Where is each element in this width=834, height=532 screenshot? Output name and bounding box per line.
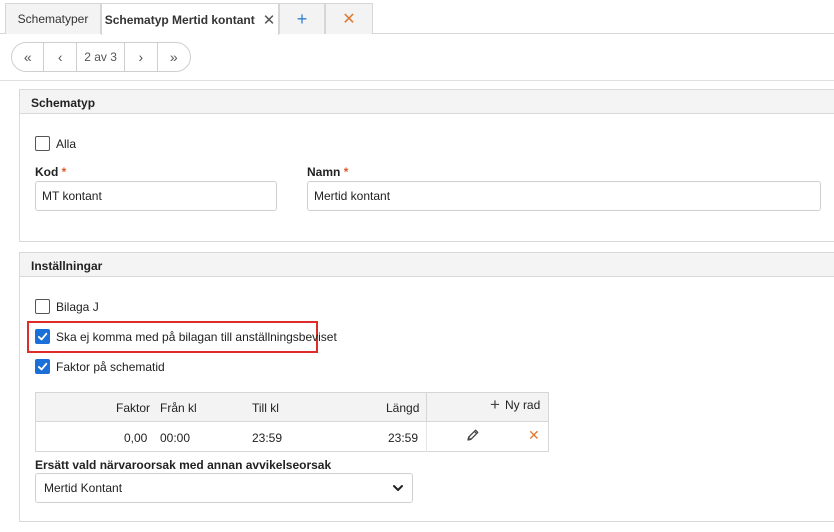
double-chevron-right-icon: » bbox=[169, 49, 178, 65]
chevron-right-icon: › bbox=[138, 49, 144, 65]
divider bbox=[426, 393, 427, 422]
kod-input[interactable] bbox=[35, 181, 277, 211]
col-faktor: Faktor bbox=[116, 401, 151, 415]
close-icon[interactable]: ✕ bbox=[263, 11, 276, 29]
schedule-grid: Faktor Från kl Till kl Längd + Ny rad 0,… bbox=[35, 392, 549, 452]
panel-title: Schematyp bbox=[20, 90, 834, 114]
required-mark: * bbox=[61, 165, 67, 179]
col-langd: Längd bbox=[386, 401, 420, 415]
divider bbox=[0, 80, 834, 81]
tab-label: Schematyper bbox=[17, 12, 89, 26]
select-value: Mertid Kontant bbox=[44, 481, 123, 495]
ersatt-label: Ersätt vald närvaroorsak med annan avvik… bbox=[35, 458, 332, 472]
checkbox-label: Faktor på schematid bbox=[56, 359, 165, 374]
tab-schematyper[interactable]: Schematyper bbox=[5, 3, 101, 34]
check-icon bbox=[37, 362, 48, 371]
namn-label: Namn * bbox=[307, 165, 349, 179]
alla-checkbox-row[interactable]: Alla bbox=[35, 136, 76, 151]
record-pager: « ‹ 2 av 3 › » bbox=[11, 42, 191, 72]
add-tab-button[interactable]: + bbox=[279, 3, 325, 34]
chevron-down-icon bbox=[393, 485, 403, 491]
col-fran: Från kl bbox=[160, 401, 197, 415]
close-icon: ✕ bbox=[342, 11, 356, 28]
checkbox-label: Ska ej komma med på bilagan till anställ… bbox=[56, 329, 337, 344]
plus-icon: + bbox=[490, 395, 500, 414]
faktor-checkbox[interactable] bbox=[35, 359, 50, 374]
schematyp-panel: Schematyp bbox=[19, 89, 834, 242]
cell-faktor: 0,00 bbox=[124, 431, 148, 445]
faktor-checkbox-row[interactable]: Faktor på schematid bbox=[35, 359, 165, 374]
divider bbox=[426, 422, 427, 452]
close-icon: ✕ bbox=[528, 427, 540, 443]
double-chevron-left-icon: « bbox=[23, 49, 32, 65]
pencil-icon bbox=[467, 429, 479, 441]
delete-row-button[interactable]: ✕ bbox=[528, 427, 540, 444]
check-icon bbox=[37, 332, 48, 341]
cell-langd: 23:59 bbox=[388, 431, 419, 445]
edit-row-button[interactable] bbox=[466, 428, 480, 445]
ska-ej-checkbox[interactable] bbox=[35, 329, 50, 344]
col-till: Till kl bbox=[252, 401, 279, 415]
tab-label: Schematyp Mertid kontant bbox=[104, 12, 255, 27]
first-record-button[interactable]: « bbox=[12, 43, 45, 71]
new-row-button[interactable]: + Ny rad bbox=[490, 395, 540, 414]
next-record-button[interactable]: › bbox=[125, 43, 158, 71]
checkbox-label: Bilaga J bbox=[56, 299, 99, 314]
panel-title: Inställningar bbox=[20, 253, 834, 277]
pager-info: 2 av 3 bbox=[77, 43, 126, 71]
checkbox-label: Alla bbox=[56, 136, 77, 151]
required-mark: * bbox=[343, 165, 349, 179]
close-all-tabs-button[interactable]: ✕ bbox=[325, 3, 373, 34]
grid-header: Faktor Från kl Till kl Längd + Ny rad bbox=[36, 393, 548, 422]
bilaga-j-checkbox[interactable] bbox=[35, 299, 50, 314]
namn-input[interactable] bbox=[307, 181, 821, 211]
bilaga-j-checkbox-row[interactable]: Bilaga J bbox=[35, 299, 99, 314]
ersatt-select[interactable]: Mertid Kontant bbox=[35, 473, 413, 503]
kod-label: Kod * bbox=[35, 165, 67, 179]
last-record-button[interactable]: » bbox=[158, 43, 190, 71]
alla-checkbox[interactable] bbox=[35, 136, 50, 151]
cell-fran: 00:00 bbox=[160, 431, 191, 445]
prev-record-button[interactable]: ‹ bbox=[44, 43, 77, 71]
cell-till: 23:59 bbox=[252, 431, 283, 445]
tab-schematyp-mertid-kontant[interactable]: Schematyp Mertid kontant ✕ bbox=[101, 3, 279, 35]
tab-bar: Schematyper Schematyp Mertid kontant ✕ +… bbox=[0, 0, 834, 35]
ska-ej-checkbox-row[interactable]: Ska ej komma med på bilagan till anställ… bbox=[35, 329, 337, 344]
plus-icon: + bbox=[296, 8, 308, 29]
chevron-left-icon: ‹ bbox=[57, 49, 63, 65]
